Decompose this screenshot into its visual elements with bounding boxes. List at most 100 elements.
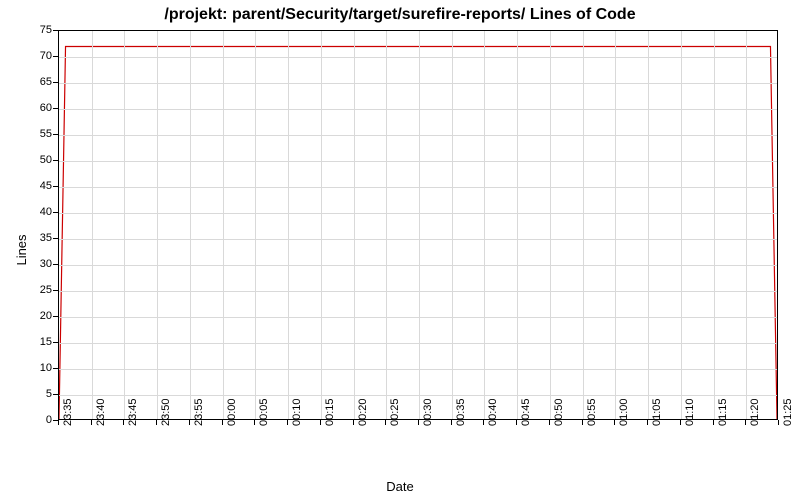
gridline-v — [714, 31, 715, 419]
gridline-v — [419, 31, 420, 419]
x-tick-mark — [680, 420, 681, 425]
gridline-v — [615, 31, 616, 419]
gridline-h — [59, 343, 777, 344]
x-tick-mark — [614, 420, 615, 425]
x-tick-label: 00:20 — [357, 398, 369, 426]
gridline-h — [59, 395, 777, 396]
gridline-v — [386, 31, 387, 419]
chart-title: /projekt: parent/Security/target/surefir… — [0, 6, 800, 24]
gridline-v — [288, 31, 289, 419]
x-tick-label: 00:55 — [586, 398, 598, 426]
x-tick-mark — [353, 420, 354, 425]
gridline-v — [92, 31, 93, 419]
y-tick-mark — [53, 186, 58, 187]
x-tick-label: 00:15 — [324, 398, 336, 426]
gridline-h — [59, 135, 777, 136]
x-tick-label: 01:10 — [684, 398, 696, 426]
x-tick-mark — [582, 420, 583, 425]
y-tick-label: 40 — [12, 206, 52, 218]
x-tick-label: 00:00 — [226, 398, 238, 426]
y-tick-mark — [53, 394, 58, 395]
gridline-v — [354, 31, 355, 419]
y-tick-label: 60 — [12, 102, 52, 114]
y-tick-label: 35 — [12, 232, 52, 244]
gridline-h — [59, 265, 777, 266]
gridline-h — [59, 239, 777, 240]
x-tick-mark — [156, 420, 157, 425]
y-tick-label: 20 — [12, 310, 52, 322]
y-tick-label: 0 — [12, 414, 52, 426]
x-tick-mark — [91, 420, 92, 425]
x-tick-label: 01:20 — [749, 398, 761, 426]
y-tick-label: 70 — [12, 50, 52, 62]
x-tick-label: 01:25 — [782, 398, 794, 426]
y-tick-mark — [53, 212, 58, 213]
y-tick-label: 75 — [12, 24, 52, 36]
y-tick-label: 65 — [12, 76, 52, 88]
x-tick-label: 00:35 — [455, 398, 467, 426]
gridline-h — [59, 369, 777, 370]
y-tick-label: 25 — [12, 284, 52, 296]
x-axis-label: Date — [0, 479, 800, 494]
x-tick-label: 01:15 — [717, 398, 729, 426]
x-tick-label: 23:45 — [127, 398, 139, 426]
gridline-h — [59, 213, 777, 214]
x-tick-mark — [58, 420, 59, 425]
gridline-h — [59, 187, 777, 188]
gridline-v — [517, 31, 518, 419]
y-tick-mark — [53, 368, 58, 369]
x-tick-mark — [254, 420, 255, 425]
gridline-v — [583, 31, 584, 419]
x-tick-label: 00:10 — [291, 398, 303, 426]
gridline-v — [223, 31, 224, 419]
gridline-h — [59, 317, 777, 318]
x-tick-mark — [320, 420, 321, 425]
data-series — [59, 31, 777, 419]
gridline-v — [746, 31, 747, 419]
y-tick-label: 10 — [12, 362, 52, 374]
x-tick-mark — [385, 420, 386, 425]
x-tick-label: 00:50 — [553, 398, 565, 426]
x-tick-mark — [549, 420, 550, 425]
y-tick-mark — [53, 342, 58, 343]
x-tick-label: 23:40 — [95, 398, 107, 426]
y-tick-mark — [53, 316, 58, 317]
x-tick-label: 01:00 — [618, 398, 630, 426]
y-tick-label: 30 — [12, 258, 52, 270]
gridline-v — [255, 31, 256, 419]
gridline-h — [59, 161, 777, 162]
plot-area — [58, 30, 778, 420]
x-tick-mark — [287, 420, 288, 425]
gridline-h — [59, 109, 777, 110]
x-tick-label: 00:30 — [422, 398, 434, 426]
gridline-h — [59, 83, 777, 84]
y-tick-label: 55 — [12, 128, 52, 140]
gridline-v — [452, 31, 453, 419]
gridline-v — [550, 31, 551, 419]
x-tick-label: 00:25 — [389, 398, 401, 426]
gridline-v — [648, 31, 649, 419]
x-tick-mark — [713, 420, 714, 425]
gridline-v — [681, 31, 682, 419]
y-tick-label: 45 — [12, 180, 52, 192]
x-tick-mark — [451, 420, 452, 425]
y-tick-label: 5 — [12, 388, 52, 400]
x-tick-label: 00:40 — [487, 398, 499, 426]
x-tick-mark — [483, 420, 484, 425]
y-tick-mark — [53, 264, 58, 265]
x-tick-label: 00:05 — [258, 398, 270, 426]
y-tick-label: 15 — [12, 336, 52, 348]
gridline-v — [484, 31, 485, 419]
x-tick-label: 01:05 — [651, 398, 663, 426]
gridline-h — [59, 291, 777, 292]
gridline-v — [157, 31, 158, 419]
gridline-v — [190, 31, 191, 419]
y-tick-mark — [53, 56, 58, 57]
x-tick-mark — [189, 420, 190, 425]
x-tick-mark — [647, 420, 648, 425]
x-tick-mark — [516, 420, 517, 425]
gridline-h — [59, 57, 777, 58]
y-tick-mark — [53, 134, 58, 135]
y-tick-mark — [53, 82, 58, 83]
y-tick-mark — [53, 160, 58, 161]
